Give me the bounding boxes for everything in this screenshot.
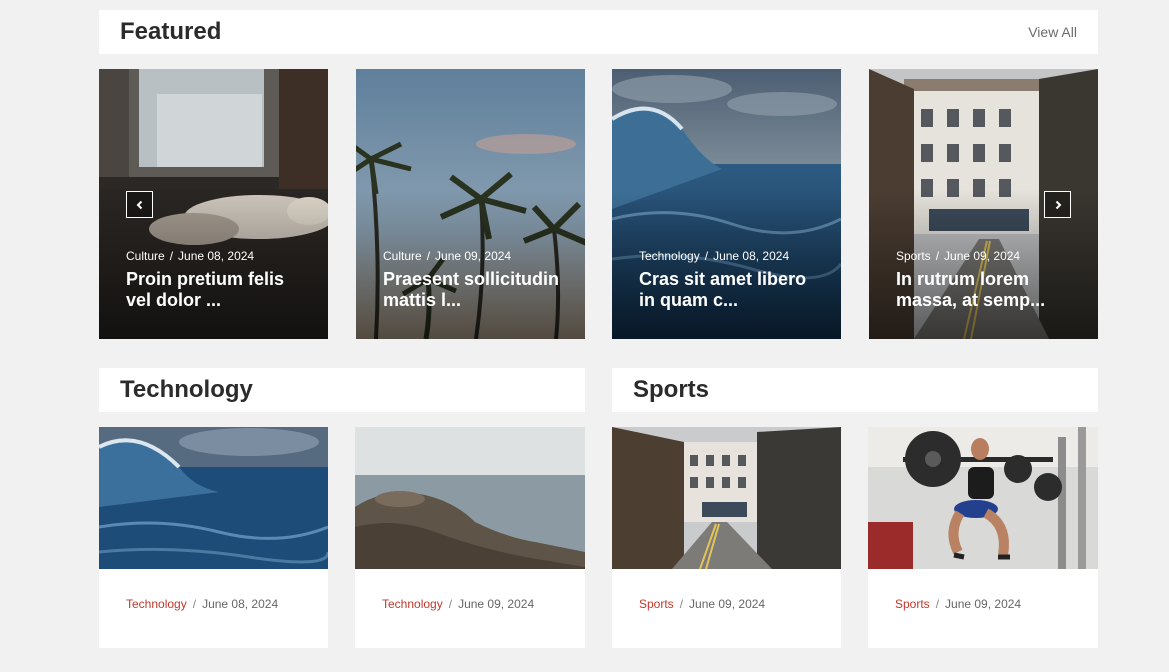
sports-date-1: June 09, 2024	[689, 597, 766, 611]
sports-header: Sports	[612, 368, 1098, 412]
featured-category-2[interactable]: Culture	[383, 249, 422, 263]
sports-card-1[interactable]: Sports / June 09, 2024	[612, 427, 841, 648]
sports-meta-1: Sports / June 09, 2024	[639, 597, 766, 611]
featured-date-3: June 08, 2024	[713, 249, 790, 263]
sports-image-2	[868, 427, 1098, 569]
technology-image-2	[355, 427, 585, 569]
chevron-left-icon	[136, 200, 142, 209]
featured-category-3[interactable]: Technology	[639, 249, 700, 263]
sports-title: Sports	[633, 376, 710, 403]
featured-date-4: June 09, 2024	[944, 249, 1021, 263]
technology-header: Technology	[99, 368, 585, 412]
technology-meta-2: Technology / June 09, 2024	[382, 597, 535, 611]
carousel-next-button[interactable]	[1044, 191, 1071, 218]
sports-category-1[interactable]: Sports	[639, 597, 674, 611]
featured-meta-2: Culture / June 09, 2024	[383, 249, 512, 263]
featured-card-3[interactable]: Technology / June 08, 2024 Cras sit amet l…	[612, 69, 841, 339]
chevron-right-icon	[1055, 200, 1061, 209]
featured-date-1: June 08, 2024	[178, 249, 255, 263]
technology-card-1[interactable]: Technology / June 08, 2024	[99, 427, 328, 648]
sports-meta-2: Sports / June 09, 2024	[895, 597, 1022, 611]
featured-date-2: June 09, 2024	[435, 249, 512, 263]
featured-category-4[interactable]: Sports	[896, 249, 931, 263]
featured-meta-4: Sports / June 09, 2024	[896, 249, 1021, 263]
sports-date-2: June 09, 2024	[945, 597, 1022, 611]
featured-meta-3: Technology / June 08, 2024	[639, 249, 790, 263]
technology-title: Technology	[120, 376, 253, 403]
sports-category-2[interactable]: Sports	[895, 597, 930, 611]
featured-headline-3[interactable]: Cras sit amet libero in quam c...	[639, 269, 824, 311]
technology-category-1[interactable]: Technology	[126, 597, 187, 611]
featured-headline-1[interactable]: Proin pretium felis vel dolor ...	[126, 269, 311, 311]
featured-headline-2[interactable]: Praesent sollicitudin mattis l...	[383, 269, 568, 311]
featured-category-1[interactable]: Culture	[126, 249, 165, 263]
featured-header: Featured View All	[99, 10, 1098, 54]
featured-meta-1: Culture / June 08, 2024	[126, 249, 255, 263]
featured-headline-4[interactable]: In rutrum lorem massa, at semp...	[896, 269, 1081, 311]
sports-card-2[interactable]: Sports / June 09, 2024	[868, 427, 1098, 648]
technology-date-2: June 09, 2024	[458, 597, 535, 611]
technology-meta-1: Technology / June 08, 2024	[126, 597, 279, 611]
sports-image-1	[612, 427, 841, 569]
carousel-prev-button[interactable]	[126, 191, 153, 218]
view-all-link[interactable]: View All	[1028, 24, 1077, 40]
technology-category-2[interactable]: Technology	[382, 597, 443, 611]
technology-card-2[interactable]: Technology / June 09, 2024	[355, 427, 585, 648]
technology-date-1: June 08, 2024	[202, 597, 279, 611]
technology-image-1	[99, 427, 328, 569]
featured-card-2[interactable]: Culture / June 09, 2024 Praesent sollicitu…	[356, 69, 585, 339]
featured-title: Featured	[120, 18, 222, 45]
